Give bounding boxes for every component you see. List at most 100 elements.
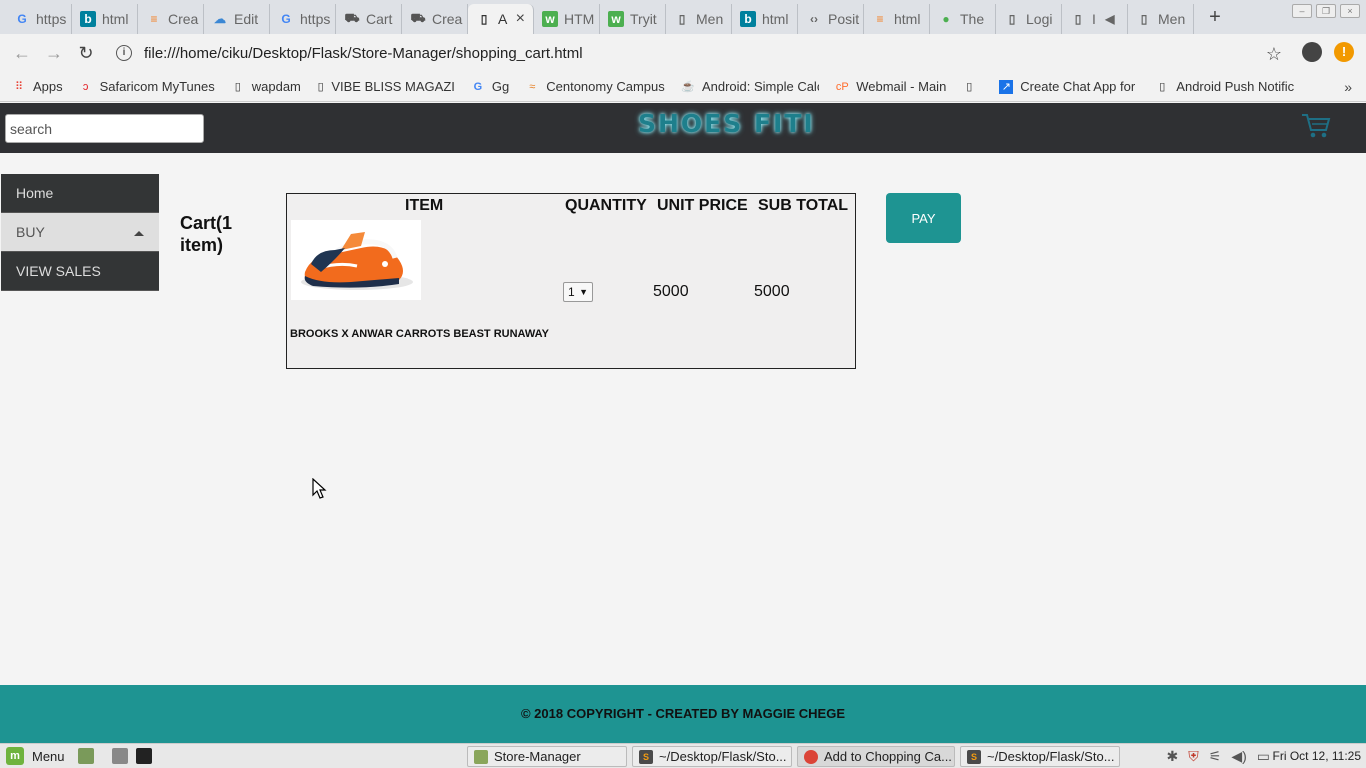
forward-icon[interactable]: → — [38, 43, 70, 64]
browser-tab[interactable]: w Tryit — [600, 4, 666, 34]
taskbar-item[interactable]: S ~/Desktop/Flask/Sto... — [960, 746, 1120, 767]
start-menu-button[interactable]: m Menu — [0, 747, 68, 765]
pay-button[interactable]: PAY — [886, 193, 961, 243]
bookmark-item[interactable]: ≈ Centonomy Campus — [525, 79, 665, 94]
bing-icon: b — [740, 11, 756, 27]
terminal-icon[interactable] — [136, 748, 152, 764]
menu-item-home[interactable]: Home — [1, 174, 159, 213]
browser-tab[interactable]: b html — [72, 4, 138, 34]
browser-tab[interactable]: Ghttps — [270, 4, 336, 34]
address-bar[interactable]: i file:///home/ciku/Desktop/Flask/Store-… — [108, 38, 1288, 68]
browser-tab[interactable]: b html — [732, 4, 798, 34]
browser-tab[interactable]: ≡ html — [864, 4, 930, 34]
bookmark-item[interactable]: cP Webmail - Main — [835, 79, 946, 94]
cloud-icon: ☁ — [214, 12, 226, 26]
code-icon: ‹› — [810, 12, 818, 26]
shield-icon[interactable]: ⛨ — [1188, 748, 1199, 765]
page-icon: ▯ — [234, 81, 241, 93]
page-icon: ▯ — [1159, 81, 1166, 93]
bookmark-apps[interactable]: ⠿ Apps — [12, 79, 63, 94]
java-icon: ☕ — [681, 81, 695, 93]
sublime-icon: S — [967, 749, 981, 764]
bookmark-item[interactable]: ▯ wapdam — [231, 79, 301, 94]
cart-table: ITEM QUANTITY UNIT PRICE SUB TOTAL 1 ▼ 5… — [286, 193, 856, 369]
system-tray: ✱ ⛨ ⚟ ◀) ▭ — [1167, 748, 1270, 765]
browser-tab[interactable]: ≡ Crea — [138, 4, 204, 34]
maximize-icon[interactable]: ❐ — [1316, 4, 1336, 18]
page-icon: ▯ — [1140, 12, 1148, 26]
chrome-icon — [804, 749, 818, 764]
bluetooth-icon[interactable]: ✱ — [1167, 748, 1179, 765]
speaker-icon: ◀ — [1105, 12, 1115, 26]
info-icon[interactable]: i — [116, 45, 132, 61]
browser-tab[interactable]: w HTM — [534, 4, 600, 34]
window-controls: – ❐ × — [1292, 4, 1360, 18]
w3schools-icon: w — [542, 11, 558, 27]
bookmark-item[interactable]: ☕ Android: Simple Calc — [681, 79, 819, 94]
network-icon[interactable]: ⚟ — [1209, 748, 1222, 765]
update-alert-icon[interactable]: ! — [1334, 42, 1354, 62]
browser-tab[interactable]: ‹› Posit — [798, 4, 864, 34]
browser-tab[interactable]: ▯ I ◀ — [1062, 4, 1128, 34]
bookmark-item[interactable]: ↄ Safaricom MyTunes — [79, 79, 215, 94]
sublime-icon: S — [639, 749, 653, 764]
search-input[interactable] — [5, 114, 204, 143]
file-manager-icon[interactable] — [112, 748, 128, 764]
product-name: BROOKS X ANWAR CARROTS BEAST RUNAWAY — [290, 328, 549, 340]
browser-tab[interactable]: ▯ Logi — [996, 4, 1062, 34]
cart-icon: ⛟ — [410, 11, 426, 25]
taskbar-item[interactable]: Store-Manager — [467, 746, 627, 767]
column-header-quantity: QUANTITY — [565, 197, 647, 214]
menu-item-view-sales[interactable]: VIEW SALES — [1, 252, 159, 291]
product-image[interactable] — [291, 220, 421, 300]
os-taskbar: m Menu Store-Manager S ~/Desktop/Flask/St… — [0, 743, 1366, 768]
browser-tab[interactable]: ● The — [930, 4, 996, 34]
minimize-icon[interactable]: – — [1292, 4, 1312, 18]
reload-icon[interactable]: ↻ — [70, 43, 102, 64]
volume-icon[interactable]: ◀) — [1231, 748, 1246, 765]
quantity-select[interactable]: 1 ▼ — [563, 282, 593, 302]
mouse-cursor-icon — [312, 478, 327, 499]
menu-item-buy[interactable]: BUY — [1, 213, 159, 252]
side-menu: Home BUY VIEW SALES — [1, 174, 159, 291]
browser-tab[interactable]: ☁ Edit — [204, 4, 270, 34]
site-header: SHOES FITI — [0, 103, 1366, 153]
bing-icon: b — [80, 11, 96, 27]
browser-tab[interactable]: ⛟ Crea — [402, 4, 468, 34]
browser-tab[interactable]: Ghttps — [6, 4, 72, 34]
bookmarks-overflow-icon[interactable]: » — [1344, 79, 1352, 95]
w3schools-icon: w — [608, 11, 624, 27]
new-tab-icon[interactable]: + — [1200, 6, 1230, 29]
taskbar-item[interactable]: S ~/Desktop/Flask/Sto... — [632, 746, 792, 767]
taskbar-item-active[interactable]: Add to Chopping Ca... — [797, 746, 955, 767]
browser-tab-active[interactable]: ▯ A × — [468, 4, 534, 34]
bookmark-star-icon[interactable]: ☆ — [1266, 44, 1282, 65]
browser-tab[interactable]: ▯ Men — [1128, 4, 1194, 34]
bookmark-item[interactable]: ▯ — [962, 80, 983, 94]
leaf-icon: ● — [942, 12, 950, 26]
mint-logo-icon: m — [6, 747, 24, 765]
column-header-item: ITEM — [405, 197, 444, 214]
show-desktop-icon[interactable] — [78, 748, 94, 764]
site-logo[interactable]: SHOES FITI — [638, 109, 815, 138]
bookmark-item[interactable]: ▯ Android Push Notific — [1155, 79, 1295, 94]
centonomy-icon: ≈ — [529, 80, 536, 93]
column-header-sub-total: SUB TOTAL — [758, 197, 849, 214]
sub-total-value: 5000 — [754, 283, 790, 300]
back-icon[interactable]: ← — [6, 43, 38, 64]
bookmark-item[interactable]: G Gg — [471, 79, 510, 94]
close-tab-icon[interactable]: × — [516, 10, 525, 28]
bookmark-item[interactable]: ↗ Create Chat App for — [999, 79, 1139, 94]
clock[interactable]: Fri Oct 12, 11:25 — [1273, 749, 1361, 763]
profile-avatar[interactable] — [1302, 42, 1322, 62]
close-window-icon[interactable]: × — [1340, 4, 1360, 18]
dropdown-arrow-icon: ▼ — [579, 287, 588, 297]
browser-tab[interactable]: ⛟ Cart — [336, 4, 402, 34]
stackoverflow-icon: ≡ — [876, 12, 884, 26]
browser-tab[interactable]: ▯ Men — [666, 4, 732, 34]
bookmark-item[interactable]: ▯ VIBE BLISS MAGAZI — [317, 79, 455, 94]
site-footer: © 2018 COPYRIGHT - CREATED BY MAGGIE CHE… — [0, 685, 1366, 743]
shopping-cart-icon[interactable] — [1300, 111, 1332, 141]
battery-icon[interactable]: ▭ — [1257, 748, 1270, 765]
apps-grid-icon: ⠿ — [14, 81, 24, 93]
